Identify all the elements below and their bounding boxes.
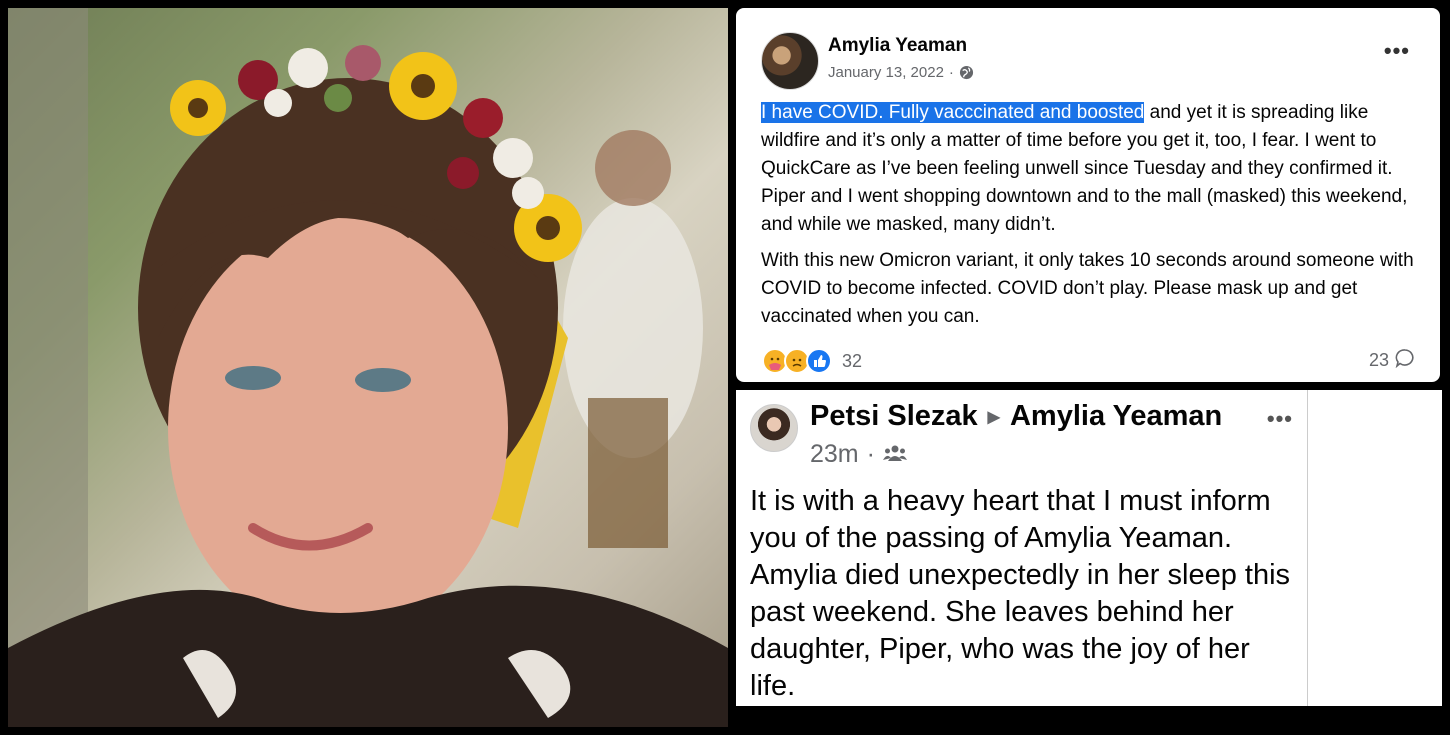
post-meta: January 13, 2022 · <box>828 64 974 81</box>
post-header: Petsi Slezak ▶ Amylia Yeaman <box>810 400 1222 433</box>
comment-count-link[interactable]: 23 <box>1369 348 1415 373</box>
reactions-summary[interactable]: 32 <box>762 348 862 374</box>
author-avatar[interactable] <box>750 404 798 452</box>
post-body: It is with a heavy heart that I must inf… <box>750 485 1291 702</box>
facebook-post-petsi: Petsi Slezak ▶ Amylia Yeaman 23m · ••• I… <box>736 390 1307 706</box>
author-avatar[interactable] <box>761 32 819 90</box>
like-reaction-icon <box>806 348 832 374</box>
screenshot-edge <box>1307 390 1308 706</box>
post-paragraph-1: I have COVID. Fully vacccinated and boos… <box>761 99 1431 239</box>
comment-icon <box>1395 348 1415 373</box>
post-time[interactable]: 23m <box>810 440 859 469</box>
author-name[interactable]: Petsi Slezak <box>810 400 978 433</box>
reaction-count: 32 <box>842 350 863 371</box>
post-meta: 23m · <box>810 440 907 469</box>
comment-count: 23 <box>1368 350 1389 370</box>
portrait-illustration <box>8 8 728 727</box>
facebook-post-amylia: Amylia Yeaman January 13, 2022 · ••• I h… <box>736 8 1440 382</box>
more-options-button[interactable]: ••• <box>1267 406 1293 432</box>
highlighted-text: I have COVID. Fully vacccinated and boos… <box>761 102 1145 123</box>
portrait-photo <box>8 8 728 727</box>
arrow-right-icon: ▶ <box>987 408 1000 426</box>
author-name[interactable]: Amylia Yeaman <box>828 35 967 57</box>
friends-icon[interactable] <box>882 440 907 469</box>
post-date[interactable]: January 13, 2022 <box>828 64 944 81</box>
meta-separator: · <box>866 440 875 468</box>
globe-icon[interactable] <box>959 65 974 80</box>
more-options-button[interactable]: ••• <box>1384 40 1410 62</box>
target-profile-name[interactable]: Amylia Yeaman <box>1010 400 1222 433</box>
post-paragraph-2: With this new Omicron variant, it only t… <box>761 250 1414 327</box>
meta-separator: · <box>948 64 954 81</box>
post-body: I have COVID. Fully vacccinated and boos… <box>761 99 1431 339</box>
screenshot-margin <box>1307 390 1442 706</box>
